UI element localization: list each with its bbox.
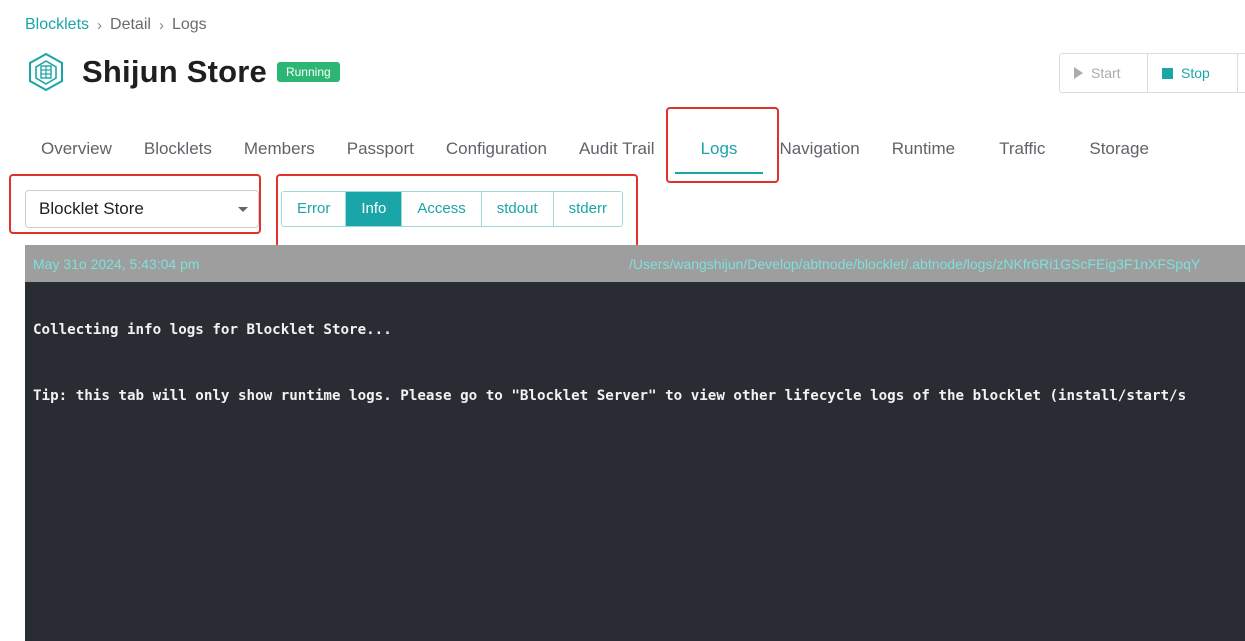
tab-passport[interactable]: Passport: [331, 126, 430, 172]
action-buttons: Start Stop: [1059, 53, 1245, 93]
log-file-path: /Users/wangshijun/Develop/abtnode/blockl…: [629, 256, 1201, 272]
page-header: Shijun Store Running: [28, 52, 340, 92]
start-button-label: Start: [1091, 65, 1121, 81]
breadcrumb-detail[interactable]: Detail: [110, 16, 151, 34]
log-type-error-button[interactable]: Error: [282, 192, 347, 226]
blocklet-hexagon-icon: [28, 52, 64, 92]
breadcrumb: Blocklets › Detail › Logs: [25, 16, 207, 34]
stop-button-label: Stop: [1181, 65, 1210, 81]
blocklet-select[interactable]: Blocklet Store: [25, 190, 259, 228]
start-button[interactable]: Start: [1059, 53, 1148, 93]
tab-navigation[interactable]: Navigation: [763, 126, 875, 172]
tab-audit-trail[interactable]: Audit Trail: [563, 126, 671, 172]
stop-square-icon: [1162, 67, 1173, 79]
log-type-info-button[interactable]: Info: [346, 192, 403, 226]
log-line: Collecting info logs for Blocklet Store.…: [33, 322, 392, 338]
breadcrumb-separator: ›: [97, 16, 103, 34]
log-type-access-button[interactable]: Access: [402, 192, 482, 226]
log-type-stdout-button[interactable]: stdout: [481, 192, 554, 226]
page-title: Shijun Store: [82, 54, 267, 89]
log-type-stderr-button[interactable]: stderr: [553, 192, 622, 226]
tab-storage[interactable]: Storage: [1073, 126, 1165, 172]
tab-blocklets[interactable]: Blocklets: [128, 126, 228, 172]
more-actions-button[interactable]: [1238, 53, 1245, 93]
log-line: Tip: this tab will only show runtime log…: [33, 388, 1187, 404]
tab-overview[interactable]: Overview: [25, 126, 128, 172]
blocklet-select-value: Blocklet Store: [39, 199, 144, 218]
tab-traffic[interactable]: Traffic: [971, 126, 1073, 172]
tab-bar: Overview Blocklets Members Passport Conf…: [25, 126, 1165, 174]
log-output-terminal[interactable]: Collecting info logs for Blocklet Store.…: [25, 282, 1245, 641]
log-date: May 31o 2024, 5:43:04 pm: [33, 255, 200, 272]
stop-button[interactable]: Stop: [1148, 53, 1238, 93]
tab-runtime[interactable]: Runtime: [876, 126, 971, 172]
tab-members[interactable]: Members: [228, 126, 331, 172]
log-header-bar: May 31o 2024, 5:43:04 pm /Users/wangshij…: [25, 245, 1245, 282]
breadcrumb-separator: ›: [158, 16, 164, 34]
tab-configuration[interactable]: Configuration: [430, 126, 563, 172]
log-type-toggle-group: Error Info Access stdout stderr: [281, 191, 623, 227]
caret-down-icon: [238, 207, 248, 212]
breadcrumb-current: Logs: [171, 16, 207, 33]
play-icon: [1074, 67, 1083, 79]
tab-logs[interactable]: Logs: [674, 126, 764, 174]
breadcrumb-blocklets-link[interactable]: Blocklets: [25, 16, 89, 34]
status-badge: Running: [276, 62, 340, 82]
